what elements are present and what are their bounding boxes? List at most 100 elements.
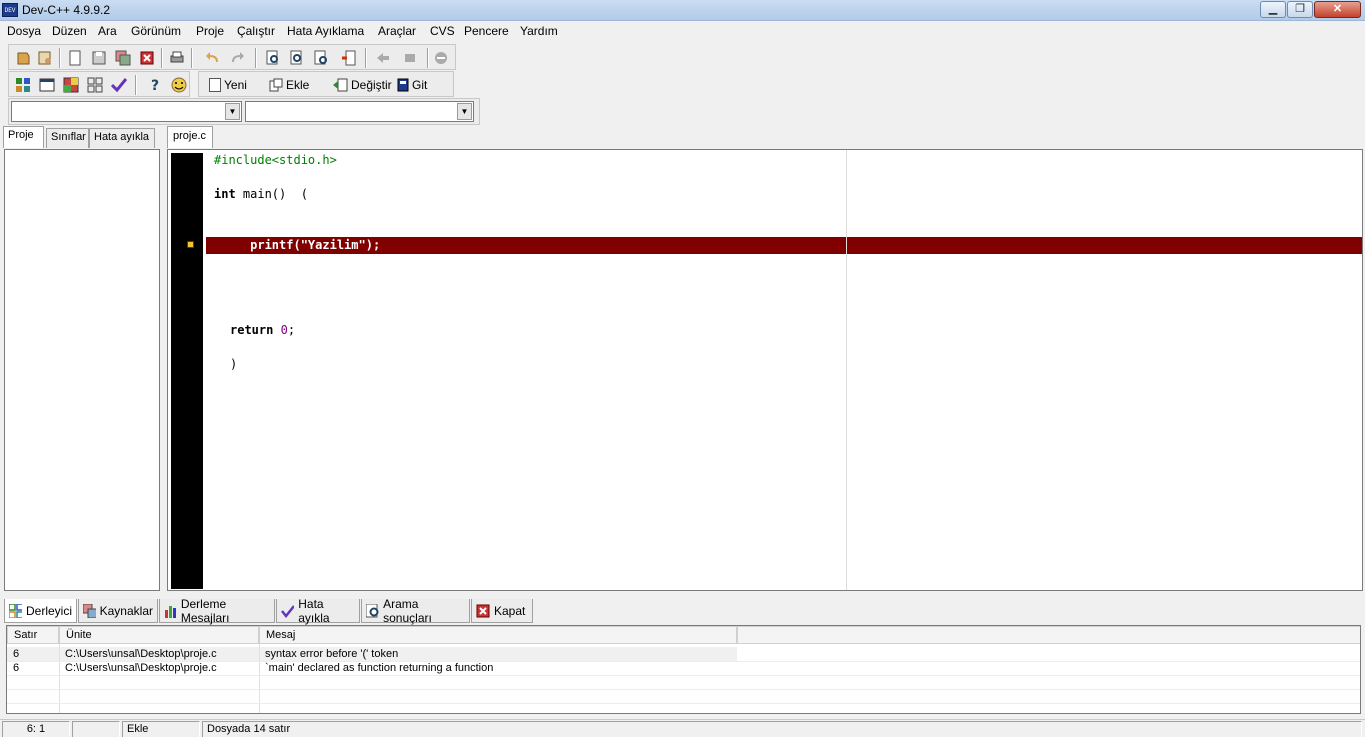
code-line-13: ) xyxy=(230,357,238,371)
tab-debug[interactable]: Hata ayıkla xyxy=(89,128,155,148)
search-icon xyxy=(366,603,379,617)
code-line-6: printf("Yazilim"); xyxy=(214,238,381,252)
code-line-1: #include<stdio.h> xyxy=(214,153,337,167)
tab-close[interactable]: Kapat xyxy=(471,599,533,623)
tab-search-results[interactable]: Arama sonuçları xyxy=(361,597,470,625)
window-title: Dev-C++ 4.9.9.2 xyxy=(22,3,111,17)
compile-icon[interactable] xyxy=(13,75,33,95)
toolbar-separator xyxy=(161,48,163,68)
toolbar-separator xyxy=(191,48,193,68)
chevron-down-icon[interactable]: ▼ xyxy=(457,103,472,120)
new-class-icon xyxy=(209,78,221,92)
menu-file[interactable]: Dosya xyxy=(7,24,41,38)
code-line-3: int main() ( xyxy=(214,186,308,203)
status-empty xyxy=(72,721,120,737)
replace-icon[interactable] xyxy=(287,48,307,68)
close-file-icon[interactable] xyxy=(137,48,157,68)
toolbar-separator xyxy=(59,48,61,68)
help-icon[interactable]: ? xyxy=(145,75,165,95)
open-project-icon[interactable] xyxy=(13,48,33,68)
code-keyword: return xyxy=(230,323,274,337)
tab-classes[interactable]: Sınıflar xyxy=(46,128,89,148)
compiler-output-list[interactable]: Satır Ünite Mesaj 6 C:\Users\unsal\Deskt… xyxy=(6,625,1361,714)
code-editor[interactable]: #include<stdio.h> int main() ( printf("Y… xyxy=(167,149,1363,591)
run-icon[interactable] xyxy=(37,75,57,95)
goto-button[interactable]: Git xyxy=(397,76,427,94)
change-button[interactable]: Değiştir xyxy=(332,76,392,94)
find-next-icon[interactable] xyxy=(311,48,331,68)
tab-compile-log[interactable]: Derleme Mesajları xyxy=(159,597,275,625)
grid-line xyxy=(7,675,1360,676)
goto-icon xyxy=(397,78,409,92)
menu-project[interactable]: Proje xyxy=(196,24,224,38)
cell-message: syntax error before '(' token xyxy=(265,648,399,660)
menu-view[interactable]: Görünüm xyxy=(131,24,181,38)
debug-check-icon[interactable] xyxy=(109,75,129,95)
status-cursor-position: 6: 1 xyxy=(2,721,70,737)
tab-resources[interactable]: Kaynaklar xyxy=(78,599,158,623)
change-icon xyxy=(333,78,348,92)
column-header-unit[interactable]: Ünite xyxy=(59,626,259,644)
print-icon[interactable] xyxy=(167,48,187,68)
menu-window[interactable]: Pencere xyxy=(464,24,509,38)
rebuild-icon[interactable] xyxy=(85,75,105,95)
menu-help[interactable]: Yardım xyxy=(520,24,558,38)
forward-icon[interactable] xyxy=(399,48,419,68)
editor-gutter xyxy=(171,153,203,589)
menu-debug[interactable]: Hata Ayıklama xyxy=(287,24,364,38)
undo-icon[interactable] xyxy=(203,48,223,68)
right-margin-line xyxy=(846,150,847,590)
cell-line: 6 xyxy=(13,648,20,660)
status-insert-mode: Ekle xyxy=(122,721,200,737)
tab-compiler[interactable]: Derleyici xyxy=(4,599,77,623)
toolbar-separator xyxy=(365,48,367,68)
app-icon: DEV xyxy=(2,3,18,17)
menu-tools[interactable]: Araçlar xyxy=(378,24,416,38)
code-text: ; xyxy=(287,323,296,337)
column-header-line[interactable]: Satır xyxy=(7,626,59,644)
goto-line-icon[interactable] xyxy=(339,48,359,68)
new-file-icon[interactable] xyxy=(65,48,85,68)
tab-debug-output[interactable]: Hata ayıkla xyxy=(276,597,360,625)
tab-file-proje-c[interactable]: proje.c xyxy=(167,126,213,148)
add-button[interactable]: Ekle xyxy=(269,76,309,94)
minimize-button[interactable]: ▁ xyxy=(1260,1,1286,18)
cell-unit: C:\Users\unsal\Desktop\proje.c xyxy=(65,662,217,674)
check-icon xyxy=(281,604,295,618)
back-icon[interactable] xyxy=(373,48,393,68)
code-line-11: return 0; xyxy=(230,322,295,339)
history-icon[interactable] xyxy=(35,48,55,68)
title-bar: DEV Dev-C++ 4.9.9.2 ▁ ❐ ✕ xyxy=(0,0,1365,21)
menu-search[interactable]: Ara xyxy=(98,24,117,38)
find-icon[interactable] xyxy=(263,48,283,68)
about-icon[interactable] xyxy=(169,75,189,95)
close-button[interactable]: ✕ xyxy=(1314,1,1361,18)
resources-icon xyxy=(83,603,96,618)
maximize-button[interactable]: ❐ xyxy=(1287,1,1313,18)
code-keyword: int xyxy=(214,187,236,201)
column-header-filler xyxy=(737,626,1360,644)
status-line-count: Dosyada 14 satır xyxy=(202,721,1362,737)
code-text: main() ( xyxy=(235,187,308,201)
class-select[interactable]: ▼ xyxy=(11,101,242,122)
save-icon[interactable] xyxy=(89,48,109,68)
redo-icon[interactable] xyxy=(227,48,247,68)
menu-cvs[interactable]: CVS xyxy=(430,24,455,38)
bar-chart-icon xyxy=(165,605,176,618)
cell-line: 6 xyxy=(13,662,20,674)
class-toolbar: Yeni Ekle Değiştir Git xyxy=(198,71,454,97)
toolbar-separator xyxy=(255,48,257,68)
column-header-message[interactable]: Mesaj xyxy=(259,626,737,644)
cell-unit: C:\Users\unsal\Desktop\proje.c xyxy=(65,648,217,660)
menu-edit[interactable]: Düzen xyxy=(52,24,87,38)
menu-run[interactable]: Çalıştır xyxy=(237,24,275,38)
compiler-icon xyxy=(9,603,22,618)
tab-project[interactable]: Proje xyxy=(3,126,44,148)
save-all-icon[interactable] xyxy=(113,48,133,68)
new-class-button[interactable]: Yeni xyxy=(209,76,247,94)
bookmark-icon[interactable] xyxy=(431,48,451,68)
project-tree[interactable] xyxy=(4,149,160,591)
member-select[interactable]: ▼ xyxy=(245,101,474,122)
compile-run-icon[interactable] xyxy=(61,75,81,95)
chevron-down-icon[interactable]: ▼ xyxy=(225,103,240,120)
